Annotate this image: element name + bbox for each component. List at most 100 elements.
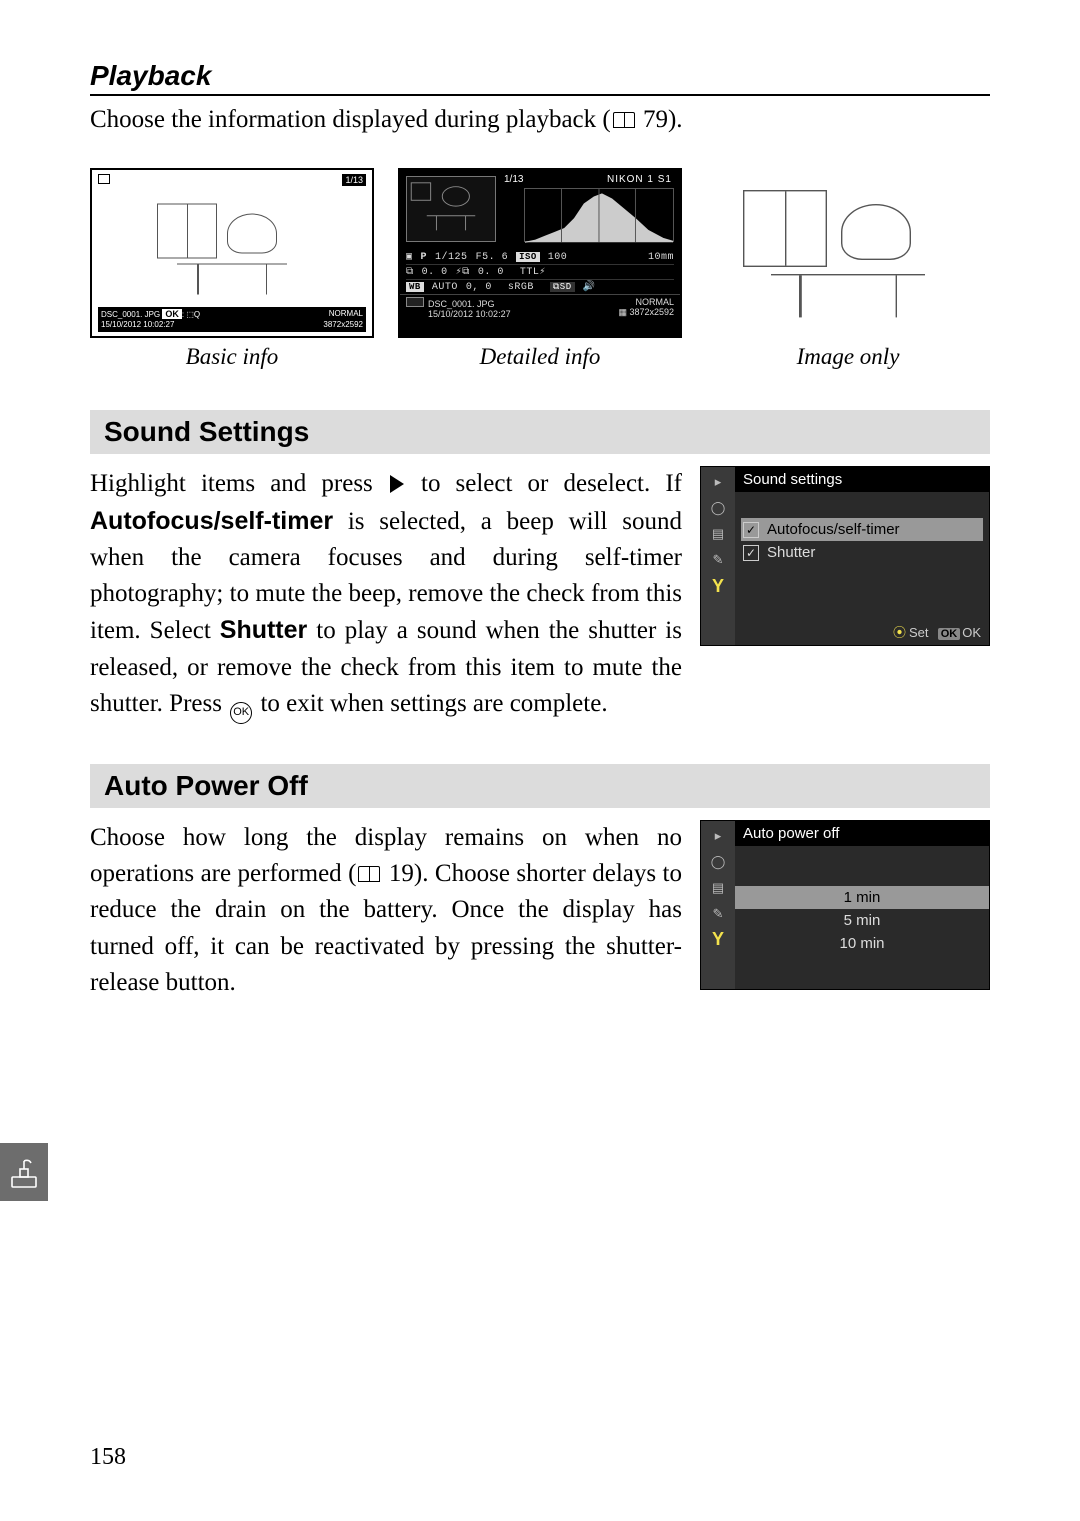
thumb-imageonly: Image only	[706, 168, 990, 370]
menu-title: Auto power off	[735, 821, 989, 846]
file-name: DSC_0001. JPG	[428, 299, 495, 309]
thumb-imageonly-caption: Image only	[797, 344, 900, 370]
thumb-detailed: 1/13 NIKON 1 S1 ▣ P 1/125 F5. 6 ISO 100	[398, 168, 682, 370]
thumb-detailed-image: 1/13 NIKON 1 S1 ▣ P 1/125 F5. 6 ISO 100	[398, 168, 682, 338]
datetime: 15/10/2012 10:02:27	[101, 320, 174, 330]
thumb-basic: 1/13 DSC_0001. JPG OK: ⬚Q NORMAL 15/10/2…	[90, 168, 374, 370]
apo-option-1min[interactable]: 1 min	[735, 886, 989, 909]
shutter-speed: 1/125	[435, 252, 468, 263]
checkbox-icon: ✓	[743, 545, 759, 561]
page-ref-icon	[358, 866, 380, 882]
dots-icon	[406, 297, 424, 307]
ok-button-icon: OK	[230, 702, 252, 724]
frame-counter: 1/13	[342, 174, 366, 186]
text: Highlight items and press	[90, 470, 388, 497]
menu-screenshot-sound: ▸ ◯ ▤ ✎ Y Sound settings ✓ Autofocus/sel…	[700, 466, 990, 646]
bold-autofocus: Autofocus/self-timer	[90, 507, 333, 535]
still-life-illustration	[157, 204, 307, 294]
image-tab-icon: ▤	[709, 527, 727, 541]
thumb-detailed-caption: Detailed info	[480, 344, 601, 370]
quality-label: NORMAL	[635, 297, 674, 307]
ev-icon: ⧉	[406, 266, 414, 278]
playback-thumbnails: 1/13 DSC_0001. JPG OK: ⬚Q NORMAL 15/10/2…	[90, 168, 990, 370]
flash-mode: TTL	[520, 267, 540, 278]
processing-tab-icon: ✎	[709, 907, 727, 921]
menu-item-label: Shutter	[767, 544, 815, 561]
quality-label: NORMAL	[329, 309, 363, 320]
iso-badge: ISO	[516, 252, 540, 262]
processing-tab-icon: ✎	[709, 553, 727, 567]
basic-info-overlay: DSC_0001. JPG OK: ⬚Q NORMAL 15/10/2012 1…	[98, 307, 366, 332]
wb-badge: WB	[406, 282, 424, 292]
heading-auto-power-off: Auto Power Off	[90, 764, 990, 808]
apo-options: 1 min 5 min 10 min	[735, 886, 989, 955]
menu-item-label: Autofocus/self-timer	[767, 521, 900, 538]
playback-intro: Choose the information displayed during …	[90, 102, 990, 138]
focal-length: 10mm	[648, 252, 674, 263]
text: to exit when settings are complete.	[254, 690, 607, 717]
text: ).	[668, 106, 683, 133]
text: Choose the information displayed during …	[90, 106, 611, 133]
page-ref: 19	[389, 860, 414, 887]
menu-title: Sound settings	[735, 467, 989, 492]
thumb-basic-caption: Basic info	[186, 344, 279, 370]
heading-playback: Playback	[90, 60, 990, 96]
still-life-illustration	[743, 190, 953, 316]
menu-screenshot-apo: ▸ ◯ ▤ ✎ Y Auto power off 1 min 5 min 10 …	[700, 820, 990, 990]
camera-model: NIKON 1 S1	[607, 174, 672, 185]
camera-tab-icon: ◯	[709, 501, 727, 515]
foot-set: Set	[909, 625, 929, 640]
selector-icon: ⦿	[893, 625, 906, 640]
menu-sidebar: ▸ ◯ ▤ ✎ Y	[701, 467, 735, 645]
sound-icon: 🔊	[583, 281, 596, 293]
ok-badge: OK	[162, 309, 182, 319]
dimensions: 3872x2592	[629, 307, 674, 317]
frame-counter: 1/13	[504, 174, 523, 185]
image-tab-icon: ▤	[709, 881, 727, 895]
picture-control: ⧉SD	[550, 282, 575, 292]
right-triangle-icon	[390, 475, 404, 493]
exif-footer: DSC_0001. JPG15/10/2012 10:02:27 NORMAL▦…	[400, 294, 680, 321]
playback-tab-icon: ▸	[709, 829, 727, 843]
thumb-imageonly-image	[706, 168, 990, 338]
apo-option-10min[interactable]: 10 min	[735, 932, 989, 955]
exposure-mode: P	[421, 252, 428, 263]
menu-item-shutter[interactable]: ✓ Shutter	[741, 541, 983, 564]
ok-pill: OK	[938, 628, 961, 640]
flash-comp: 0. 0	[478, 267, 504, 278]
page-number: 158	[90, 1444, 126, 1471]
file-name: DSC_0001. JPG	[101, 310, 160, 319]
menu-footer: ⦿Set OKOK	[735, 618, 989, 645]
bold-shutter: Shutter	[220, 616, 308, 644]
page-ref: 79	[643, 106, 668, 133]
camera-icon	[98, 174, 110, 184]
camera-tab-icon: ◯	[709, 855, 727, 869]
color-space: sRGB	[508, 282, 534, 293]
side-tab-icon	[0, 1143, 48, 1201]
apo-option-5min[interactable]: 5 min	[735, 909, 989, 932]
exif-grid: ▣ P 1/125 F5. 6 ISO 100 10mm ⧉ 0. 0 ⚡⧉ 0…	[400, 248, 680, 294]
white-balance: AUTO	[432, 282, 458, 293]
exposure-comp: 0. 0	[422, 267, 448, 278]
mini-thumbnail	[406, 176, 496, 242]
dimensions: 3872x2592	[323, 320, 363, 330]
menu-items: ✓ Autofocus/self-timer ✓ Shutter	[735, 510, 989, 572]
flash-comp-icon: ⚡⧉	[456, 266, 470, 278]
checkbox-icon: ✓	[743, 522, 759, 538]
heading-sound-settings: Sound Settings	[90, 410, 990, 454]
iso-value: 100	[548, 252, 568, 263]
menu-item-autofocus[interactable]: ✓ Autofocus/self-timer	[741, 518, 983, 541]
setup-tab-icon: Y	[709, 933, 727, 947]
aperture: F5. 6	[476, 252, 509, 263]
foot-ok: OK	[962, 625, 981, 640]
datetime: 15/10/2012 10:02:27	[428, 309, 511, 319]
page-ref-icon	[613, 112, 635, 128]
setup-tab-icon: Y	[709, 579, 727, 593]
histogram	[524, 188, 674, 242]
camera-icon: ▣	[406, 251, 413, 263]
menu-sidebar: ▸ ◯ ▤ ✎ Y	[701, 821, 735, 989]
playback-tab-icon: ▸	[709, 475, 727, 489]
thumb-basic-image: 1/13 DSC_0001. JPG OK: ⬚Q NORMAL 15/10/2…	[90, 168, 374, 338]
text: to select or deselect. If	[406, 470, 682, 497]
wb-adjust: 0, 0	[466, 282, 492, 293]
